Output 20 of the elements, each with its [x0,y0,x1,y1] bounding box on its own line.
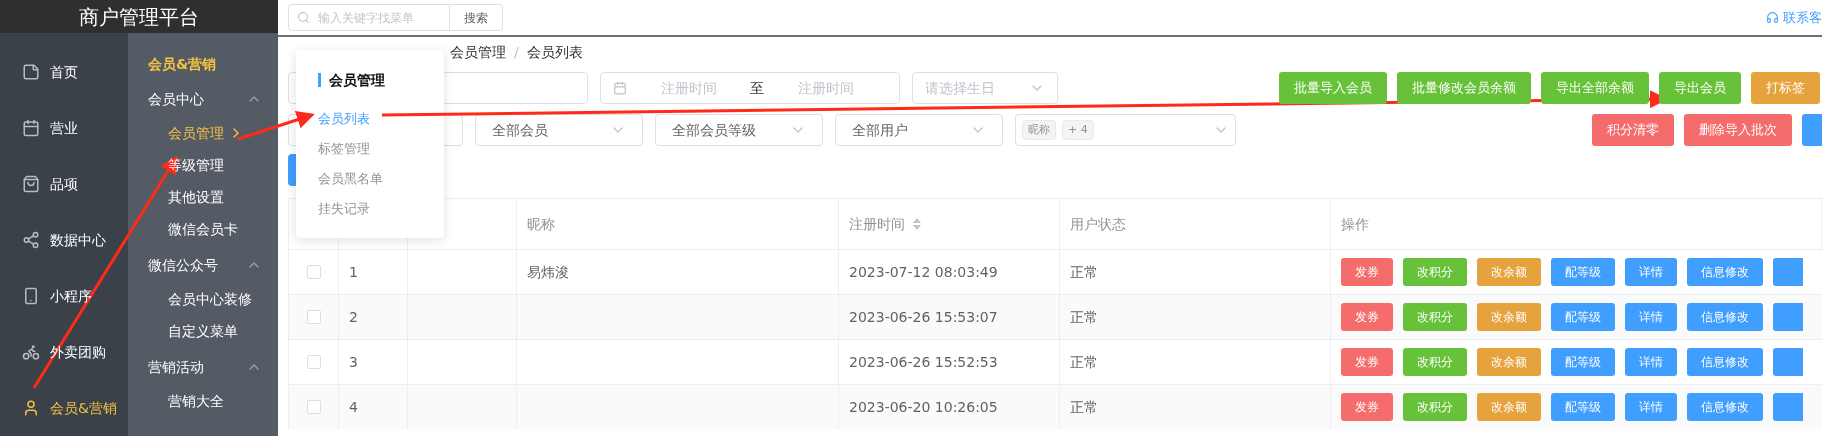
status-cell-text: 正常 [1070,262,1098,282]
tag: 昵称 [1022,120,1056,140]
tag: + 4 [1062,120,1094,140]
app-title-bar: 商户管理平台 [0,0,278,33]
row-number: 3 [349,352,358,372]
section-title: 会员&营销 [148,54,218,74]
row-number: 2 [349,307,358,327]
status-cell-text: 正常 [1070,397,1098,417]
date-cell-text: 2023-06-26 15:53:07 [849,307,998,327]
range-separator: 至 [750,78,764,98]
status-cell-text: 正常 [1070,352,1098,372]
status-cell-text: 正常 [1070,307,1098,327]
row-number: 1 [349,262,358,282]
popup-title: 会员管理 [318,70,444,90]
date-cell-text: 2023-07-12 08:03:49 [849,262,998,282]
breadcrumb-separator: / [514,42,519,62]
date-cell-text: 2023-06-26 15:52:53 [849,352,998,372]
row-number: 4 [349,397,358,417]
nickname-cell-text: 易炜浚 [527,262,569,282]
date-cell-text: 2023-06-20 10:26:05 [849,397,998,417]
